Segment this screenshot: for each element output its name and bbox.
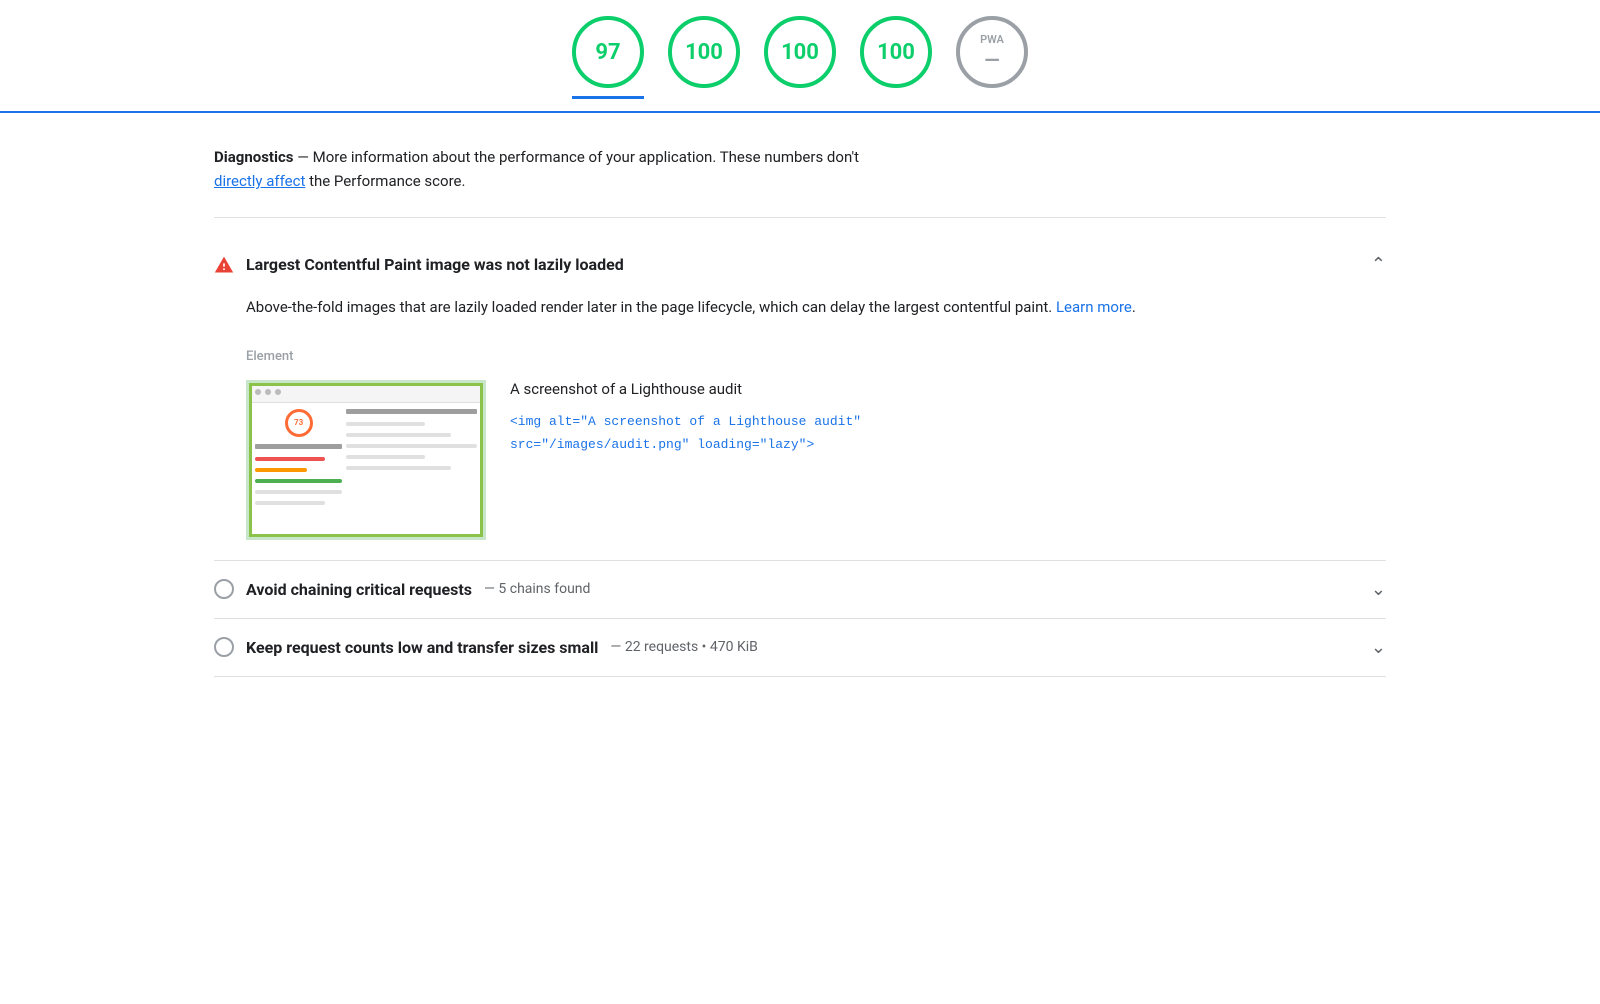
thumb-bar-4 [255, 490, 342, 494]
audit-item-chains: Avoid chaining critical requests — 5 cha… [214, 561, 1386, 619]
score-circle-seo[interactable]: 100 [860, 16, 932, 88]
audit-chevron-lcp[interactable]: ⌃ [1371, 254, 1386, 275]
thumb-bar-9 [346, 455, 424, 459]
audit-header-requests[interactable]: Keep request counts low and transfer siz… [214, 637, 1386, 658]
divider-top [214, 217, 1386, 218]
screenshot-thumbnail: 73 [246, 380, 486, 540]
audit-header-lcp[interactable]: Largest Contentful Paint image was not l… [214, 254, 1386, 275]
score-wrapper-best-practices: 100 [764, 16, 836, 99]
score-wrapper-seo: 100 [860, 16, 932, 99]
thumb-bar-3 [255, 479, 342, 483]
audit-header-left-requests: Keep request counts low and transfer siz… [214, 637, 758, 657]
element-label: Element [246, 349, 1386, 364]
thumb-dot-3 [275, 389, 281, 395]
score-underline-best-practices [764, 96, 836, 99]
pwa-label: PWA [980, 33, 1004, 46]
audit-header-chains[interactable]: Avoid chaining critical requests — 5 cha… [214, 579, 1386, 600]
element-row: 73 [246, 380, 1386, 540]
score-wrapper-pwa: PWA — [956, 16, 1028, 99]
score-circle-pwa[interactable]: PWA — [956, 16, 1028, 88]
info-icon-requests [214, 637, 234, 657]
audit-subtitle-requests: — 22 requests • 470 KiB [610, 639, 757, 655]
score-wrapper-accessibility: 100 [668, 16, 740, 99]
thumb-bar-5 [255, 501, 325, 505]
audit-header-left-lcp: Largest Contentful Paint image was not l… [214, 255, 624, 275]
audit-title-chains: Avoid chaining critical requests [246, 580, 472, 599]
warning-icon [214, 255, 234, 275]
element-code-line2: src="/images/audit.png" loading="lazy"> [510, 433, 1386, 456]
score-wrapper-performance: 97 [572, 16, 644, 99]
audit-description-lcp: Above-the-fold images that are lazily lo… [246, 295, 1386, 321]
info-icon-chains [214, 579, 234, 599]
score-underline-pwa [956, 96, 1028, 99]
thumb-title-1 [255, 444, 342, 449]
screenshot-inner: 73 [249, 383, 483, 537]
thumb-left: 73 [255, 409, 342, 531]
thumb-score-circle: 73 [285, 409, 313, 437]
thumb-dot-2 [265, 389, 271, 395]
thumb-bar-10 [346, 466, 451, 470]
score-underline-seo [860, 96, 932, 99]
thumb-score-area: 73 [255, 409, 342, 437]
audit-title-lcp: Largest Contentful Paint image was not l… [246, 255, 624, 274]
thumb-bar-6 [346, 422, 424, 426]
element-info: A screenshot of a Lighthouse audit <img … [510, 380, 1386, 457]
main-content: Diagnostics — More information about the… [150, 113, 1450, 709]
thumb-bar-8 [346, 444, 477, 448]
pwa-dash: — [984, 48, 999, 72]
audit-item-lcp: Largest Contentful Paint image was not l… [214, 234, 1386, 561]
audit-title-requests: Keep request counts low and transfer siz… [246, 638, 598, 657]
diagnostics-desc: — More information about the performance… [293, 148, 859, 166]
learn-more-link[interactable]: Learn more [1056, 298, 1132, 316]
scores-bar: 97 100 100 100 PWA — [0, 0, 1600, 113]
thumb-header [249, 383, 483, 403]
thumb-dot-1 [255, 389, 261, 395]
audit-chevron-chains[interactable]: ⌄ [1371, 579, 1386, 600]
diagnostics-title: Diagnostics [214, 148, 293, 166]
score-circle-accessibility[interactable]: 100 [668, 16, 740, 88]
thumb-body: 73 [249, 403, 483, 537]
thumb-title-2 [346, 409, 477, 414]
diagnostics-desc2: the Performance score. [305, 172, 465, 190]
audit-subtitle-chains: — 5 chains found [484, 581, 590, 597]
audit-body-lcp: Above-the-fold images that are lazily lo… [214, 275, 1386, 540]
audit-chevron-requests[interactable]: ⌄ [1371, 637, 1386, 658]
thumb-right [346, 409, 477, 531]
score-underline-accessibility [668, 96, 740, 99]
element-code-line1: <img alt="A screenshot of a Lighthouse a… [510, 410, 1386, 433]
diagnostics-link[interactable]: directly affect [214, 172, 305, 190]
score-underline-performance [572, 96, 644, 99]
audit-header-left-chains: Avoid chaining critical requests — 5 cha… [214, 579, 590, 599]
audit-item-requests: Keep request counts low and transfer siz… [214, 619, 1386, 677]
element-title: A screenshot of a Lighthouse audit [510, 380, 1386, 398]
thumb-bar-7 [346, 433, 451, 437]
element-code: <img alt="A screenshot of a Lighthouse a… [510, 410, 1386, 457]
score-circle-performance[interactable]: 97 [572, 16, 644, 88]
thumb-bar-1 [255, 457, 325, 461]
diagnostics-section: Diagnostics — More information about the… [214, 145, 1386, 193]
score-circle-best-practices[interactable]: 100 [764, 16, 836, 88]
thumb-bar-2 [255, 468, 307, 472]
